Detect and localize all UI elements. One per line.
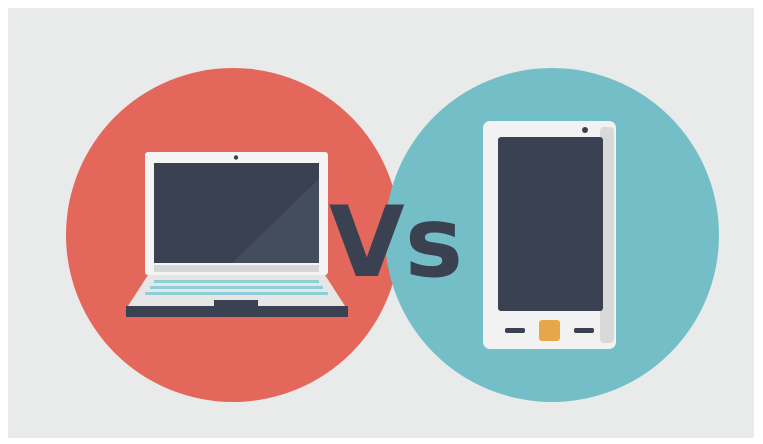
- smartphone-icon: [483, 121, 616, 349]
- comparison-illustration: Vs: [66, 68, 719, 402]
- home-button: [539, 320, 560, 341]
- vs-text: Vs: [329, 186, 463, 300]
- image-frame: Vs: [0, 0, 763, 444]
- laptop-icon: [126, 152, 348, 317]
